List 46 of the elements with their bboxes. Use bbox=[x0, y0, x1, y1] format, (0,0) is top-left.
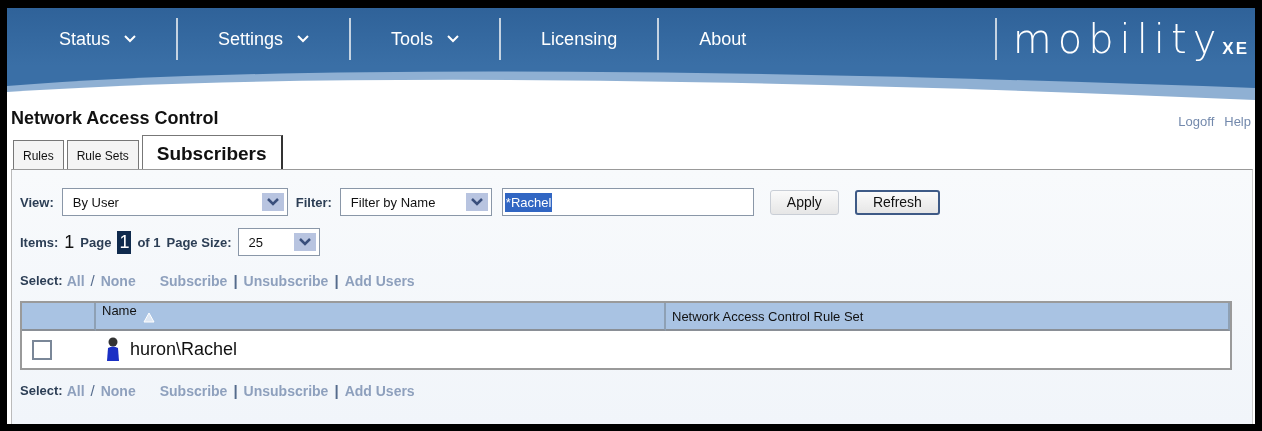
page-size-dropdown[interactable]: 25 bbox=[237, 228, 320, 256]
logo: mobility XE bbox=[1012, 19, 1249, 59]
slash-separator: / bbox=[90, 382, 95, 399]
view-dropdown[interactable]: By User bbox=[61, 188, 288, 216]
tab[interactable]: Rule Sets bbox=[66, 140, 139, 169]
user-name: huron\Rachel bbox=[130, 339, 238, 360]
nav-menu-item[interactable]: About bbox=[659, 28, 787, 50]
user-icon bbox=[106, 336, 120, 363]
search-field[interactable]: *Rachel bbox=[501, 188, 754, 216]
chevron-down-icon bbox=[297, 35, 310, 43]
action-button[interactable]: Apply bbox=[769, 189, 839, 215]
nav-menu-item[interactable]: Status bbox=[19, 28, 177, 50]
chevron-down-icon bbox=[447, 35, 460, 43]
header-link[interactable]: Logoff bbox=[1178, 114, 1215, 129]
link-separator: | bbox=[334, 382, 339, 399]
dropdown-caret-icon[interactable] bbox=[261, 193, 284, 211]
nav-menu-item[interactable]: Tools bbox=[351, 28, 500, 50]
select-label: Select: bbox=[20, 383, 63, 398]
chevron-down-icon bbox=[124, 35, 137, 43]
slash-separator: / bbox=[90, 272, 95, 289]
page-title: Network Access Control bbox=[11, 108, 219, 129]
tab[interactable]: Subscribers bbox=[141, 135, 283, 169]
nav-menu-item[interactable]: Licensing bbox=[501, 28, 658, 50]
filter-dropdown[interactable]: Filter by Name bbox=[339, 188, 492, 216]
items-label: Items: bbox=[20, 234, 59, 250]
page-total: of 1 bbox=[137, 234, 161, 250]
column-header[interactable]: Network Access Control Rule Set bbox=[666, 303, 1230, 331]
link-separator: | bbox=[233, 382, 238, 399]
current-page[interactable]: 1 bbox=[117, 230, 132, 254]
view-label: View: bbox=[20, 194, 54, 210]
filter-label: Filter: bbox=[295, 194, 332, 210]
link-separator: | bbox=[334, 272, 339, 289]
header-link[interactable]: Help bbox=[1224, 114, 1251, 129]
page-size-label: Page Size: bbox=[166, 234, 232, 250]
tab[interactable]: Rules bbox=[13, 140, 64, 169]
page-label: Page bbox=[80, 234, 112, 250]
link-separator: | bbox=[233, 272, 238, 289]
dropdown-caret-icon[interactable] bbox=[293, 233, 316, 251]
items-count: 1 bbox=[64, 231, 75, 253]
nav-menu-item[interactable]: Settings bbox=[178, 28, 350, 50]
select-label: Select: bbox=[20, 273, 63, 288]
action-button[interactable]: Refresh bbox=[854, 189, 940, 215]
sort-ascending-icon bbox=[142, 311, 155, 323]
column-header[interactable]: Name bbox=[96, 303, 666, 331]
dropdown-caret-icon[interactable] bbox=[465, 193, 488, 211]
row-checkbox[interactable] bbox=[32, 339, 52, 360]
